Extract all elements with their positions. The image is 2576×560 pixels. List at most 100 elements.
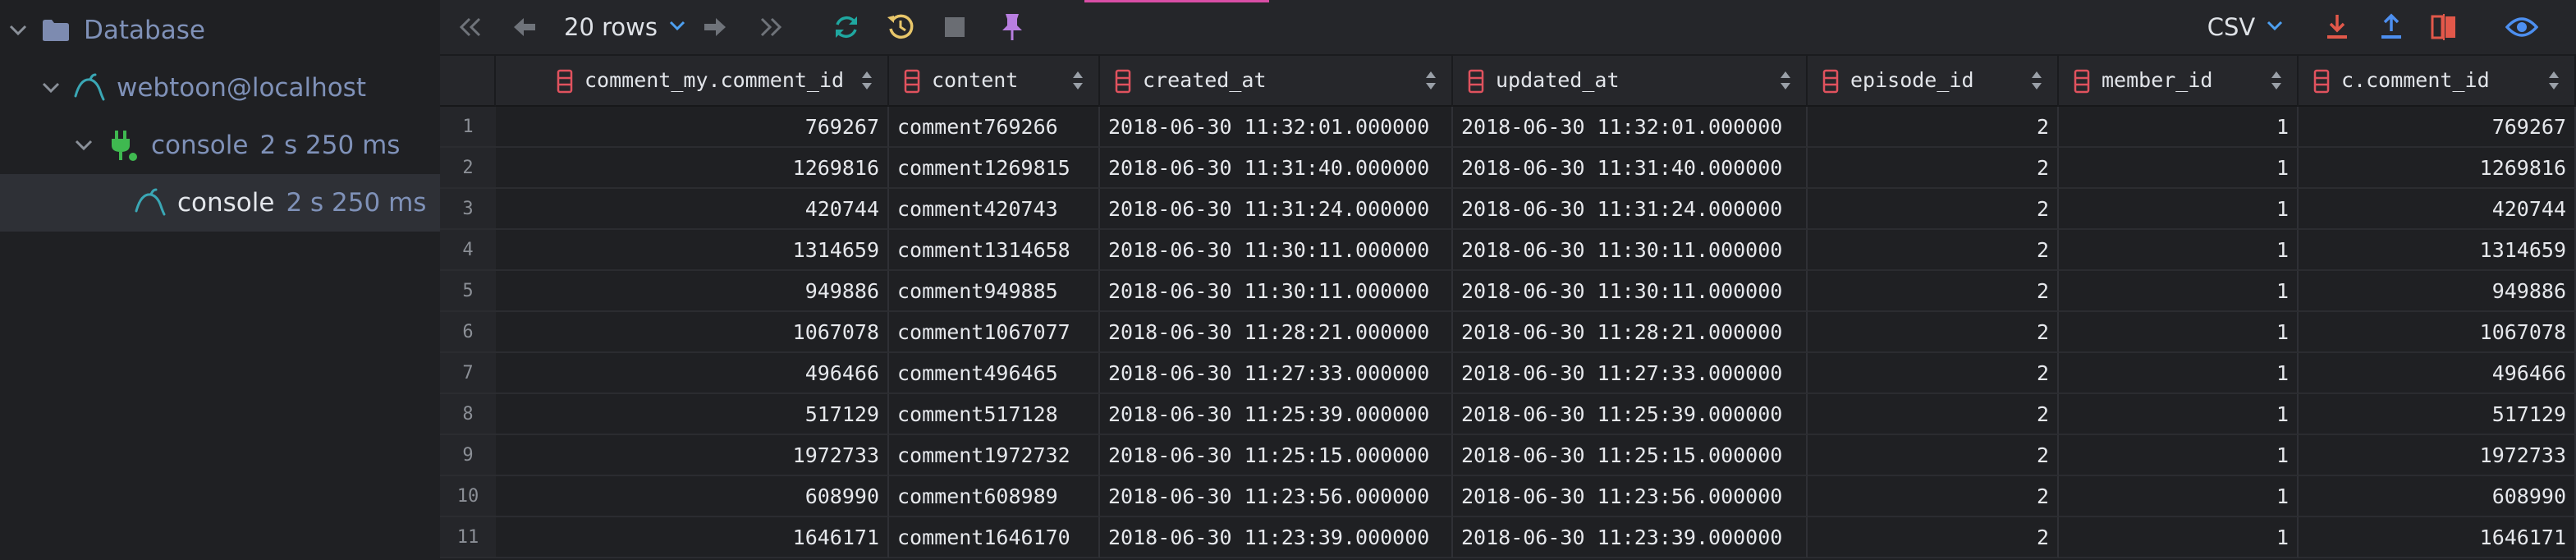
column-header[interactable]: content bbox=[889, 56, 1100, 107]
table-cell[interactable]: 1 bbox=[2059, 476, 2299, 517]
chevron-down-icon[interactable] bbox=[39, 76, 62, 99]
export-format-select[interactable]: CSV bbox=[2200, 10, 2290, 44]
sort-icon[interactable] bbox=[2548, 69, 2560, 95]
compare-icon[interactable] bbox=[2427, 10, 2461, 44]
table-cell[interactable]: 769267 bbox=[2299, 107, 2576, 148]
table-cell[interactable]: 2018-06-30 11:30:11.000000 bbox=[1453, 271, 1808, 312]
table-cell[interactable]: 949886 bbox=[496, 271, 889, 312]
eye-icon[interactable] bbox=[2502, 10, 2542, 44]
table-row[interactable]: 420744 comment420743 2018-06-30 11:31:24.0… bbox=[496, 189, 2576, 230]
table-cell[interactable]: comment496465 bbox=[889, 353, 1100, 394]
table-cell[interactable]: comment769266 bbox=[889, 107, 1100, 148]
table-cell[interactable]: 2018-06-30 11:27:33.000000 bbox=[1100, 353, 1453, 394]
table-cell[interactable]: 2018-06-30 11:25:15.000000 bbox=[1453, 435, 1808, 476]
tree-node-console[interactable]: console 2 s 250 ms bbox=[0, 117, 440, 174]
table-cell[interactable]: 2018-06-30 11:31:24.000000 bbox=[1100, 189, 1453, 230]
row-number-header[interactable] bbox=[440, 56, 496, 107]
rows-per-page-select[interactable]: 20 rows bbox=[563, 10, 686, 44]
row-number[interactable]: 3 bbox=[440, 189, 496, 230]
table-row[interactable]: 1269816 comment1269815 2018-06-30 11:31:40… bbox=[496, 148, 2576, 189]
table-cell[interactable]: comment1314658 bbox=[889, 230, 1100, 271]
row-number[interactable]: 9 bbox=[440, 435, 496, 476]
stop-icon[interactable] bbox=[937, 10, 972, 44]
table-cell[interactable]: comment949885 bbox=[889, 271, 1100, 312]
arrow-left-icon[interactable] bbox=[507, 10, 542, 44]
table-cell[interactable]: 1269816 bbox=[2299, 148, 2576, 189]
table-cell[interactable]: 2 bbox=[1808, 353, 2059, 394]
table-row[interactable]: 517129 comment517128 2018-06-30 11:25:39.0… bbox=[496, 394, 2576, 435]
table-cell[interactable]: 1067078 bbox=[496, 312, 889, 353]
tree-node-console-session[interactable]: console 2 s 250 ms bbox=[0, 174, 440, 232]
table-cell[interactable]: 517129 bbox=[496, 394, 889, 435]
column-header[interactable]: created_at bbox=[1100, 56, 1453, 107]
table-cell[interactable]: comment608989 bbox=[889, 476, 1100, 517]
table-cell[interactable]: 496466 bbox=[496, 353, 889, 394]
table-cell[interactable]: 2018-06-30 11:32:01.000000 bbox=[1100, 107, 1453, 148]
table-cell[interactable]: comment1646170 bbox=[889, 517, 1100, 558]
table-cell[interactable]: 2 bbox=[1808, 107, 2059, 148]
table-row[interactable]: 1067078 comment1067077 2018-06-30 11:28:21… bbox=[496, 312, 2576, 353]
table-cell[interactable]: 769267 bbox=[496, 107, 889, 148]
table-cell[interactable]: 2018-06-30 11:31:40.000000 bbox=[1100, 148, 1453, 189]
refresh-icon[interactable] bbox=[829, 10, 864, 44]
table-cell[interactable]: 2 bbox=[1808, 517, 2059, 558]
table-cell[interactable]: 2018-06-30 11:23:56.000000 bbox=[1100, 476, 1453, 517]
table-cell[interactable]: 1314659 bbox=[2299, 230, 2576, 271]
table-cell[interactable]: 420744 bbox=[2299, 189, 2576, 230]
row-number[interactable]: 1 bbox=[440, 107, 496, 148]
table-cell[interactable]: 2 bbox=[1808, 271, 2059, 312]
table-row[interactable]: 496466 comment496465 2018-06-30 11:27:33.0… bbox=[496, 353, 2576, 394]
row-number[interactable]: 4 bbox=[440, 230, 496, 271]
table-cell[interactable]: 2018-06-30 11:30:11.000000 bbox=[1453, 230, 1808, 271]
column-header[interactable]: member_id bbox=[2059, 56, 2299, 107]
sort-icon[interactable] bbox=[2031, 69, 2042, 95]
row-number[interactable]: 6 bbox=[440, 312, 496, 353]
table-cell[interactable]: 1 bbox=[2059, 107, 2299, 148]
chevron-down-icon[interactable] bbox=[7, 19, 30, 42]
table-row[interactable]: 1972733 comment1972732 2018-06-30 11:25:15… bbox=[496, 435, 2576, 476]
pin-icon[interactable] bbox=[995, 10, 1029, 44]
sort-icon[interactable] bbox=[861, 69, 873, 95]
table-row[interactable]: 949886 comment949885 2018-06-30 11:30:11.0… bbox=[496, 271, 2576, 312]
download-icon[interactable] bbox=[2320, 10, 2354, 44]
table-cell[interactable]: 496466 bbox=[2299, 353, 2576, 394]
table-cell[interactable]: 2018-06-30 11:23:56.000000 bbox=[1453, 476, 1808, 517]
table-cell[interactable]: 2018-06-30 11:28:21.000000 bbox=[1100, 312, 1453, 353]
row-number[interactable]: 7 bbox=[440, 353, 496, 394]
table-row[interactable]: 1314659 comment1314658 2018-06-30 11:30:11… bbox=[496, 230, 2576, 271]
table-cell[interactable]: 2018-06-30 11:25:39.000000 bbox=[1453, 394, 1808, 435]
table-cell[interactable]: 1 bbox=[2059, 312, 2299, 353]
table-cell[interactable]: 949886 bbox=[2299, 271, 2576, 312]
row-number[interactable]: 8 bbox=[440, 394, 496, 435]
table-cell[interactable]: 2018-06-30 11:25:15.000000 bbox=[1100, 435, 1453, 476]
sort-icon[interactable] bbox=[1425, 69, 1437, 95]
table-cell[interactable]: comment517128 bbox=[889, 394, 1100, 435]
table-cell[interactable]: 1269816 bbox=[496, 148, 889, 189]
table-cell[interactable]: 2 bbox=[1808, 312, 2059, 353]
table-cell[interactable]: 1 bbox=[2059, 435, 2299, 476]
table-cell[interactable]: comment1269815 bbox=[889, 148, 1100, 189]
tree-node-datasource[interactable]: webtoon@localhost bbox=[0, 59, 440, 117]
table-row[interactable]: 608990 comment608989 2018-06-30 11:23:56.0… bbox=[496, 476, 2576, 517]
table-cell[interactable]: 1 bbox=[2059, 353, 2299, 394]
table-cell[interactable]: 2 bbox=[1808, 230, 2059, 271]
column-header[interactable]: updated_at bbox=[1453, 56, 1808, 107]
row-number[interactable]: 10 bbox=[440, 476, 496, 517]
table-cell[interactable]: 2 bbox=[1808, 394, 2059, 435]
table-cell[interactable]: 1 bbox=[2059, 517, 2299, 558]
arrow-right-icon[interactable] bbox=[698, 10, 732, 44]
column-header[interactable]: episode_id bbox=[1808, 56, 2059, 107]
table-cell[interactable]: 1 bbox=[2059, 271, 2299, 312]
table-cell[interactable]: 2018-06-30 11:27:33.000000 bbox=[1453, 353, 1808, 394]
table-cell[interactable]: 420744 bbox=[496, 189, 889, 230]
table-cell[interactable]: 1646171 bbox=[2299, 517, 2576, 558]
sort-icon[interactable] bbox=[1780, 69, 1791, 95]
table-cell[interactable]: 1314659 bbox=[496, 230, 889, 271]
sort-icon[interactable] bbox=[1072, 69, 1084, 95]
row-number[interactable]: 2 bbox=[440, 148, 496, 189]
table-cell[interactable]: 2018-06-30 11:31:24.000000 bbox=[1453, 189, 1808, 230]
table-cell[interactable]: 2018-06-30 11:23:39.000000 bbox=[1100, 517, 1453, 558]
table-cell[interactable]: 2018-06-30 11:28:21.000000 bbox=[1453, 312, 1808, 353]
double-chevron-left-icon[interactable] bbox=[453, 10, 488, 44]
table-cell[interactable]: 608990 bbox=[2299, 476, 2576, 517]
